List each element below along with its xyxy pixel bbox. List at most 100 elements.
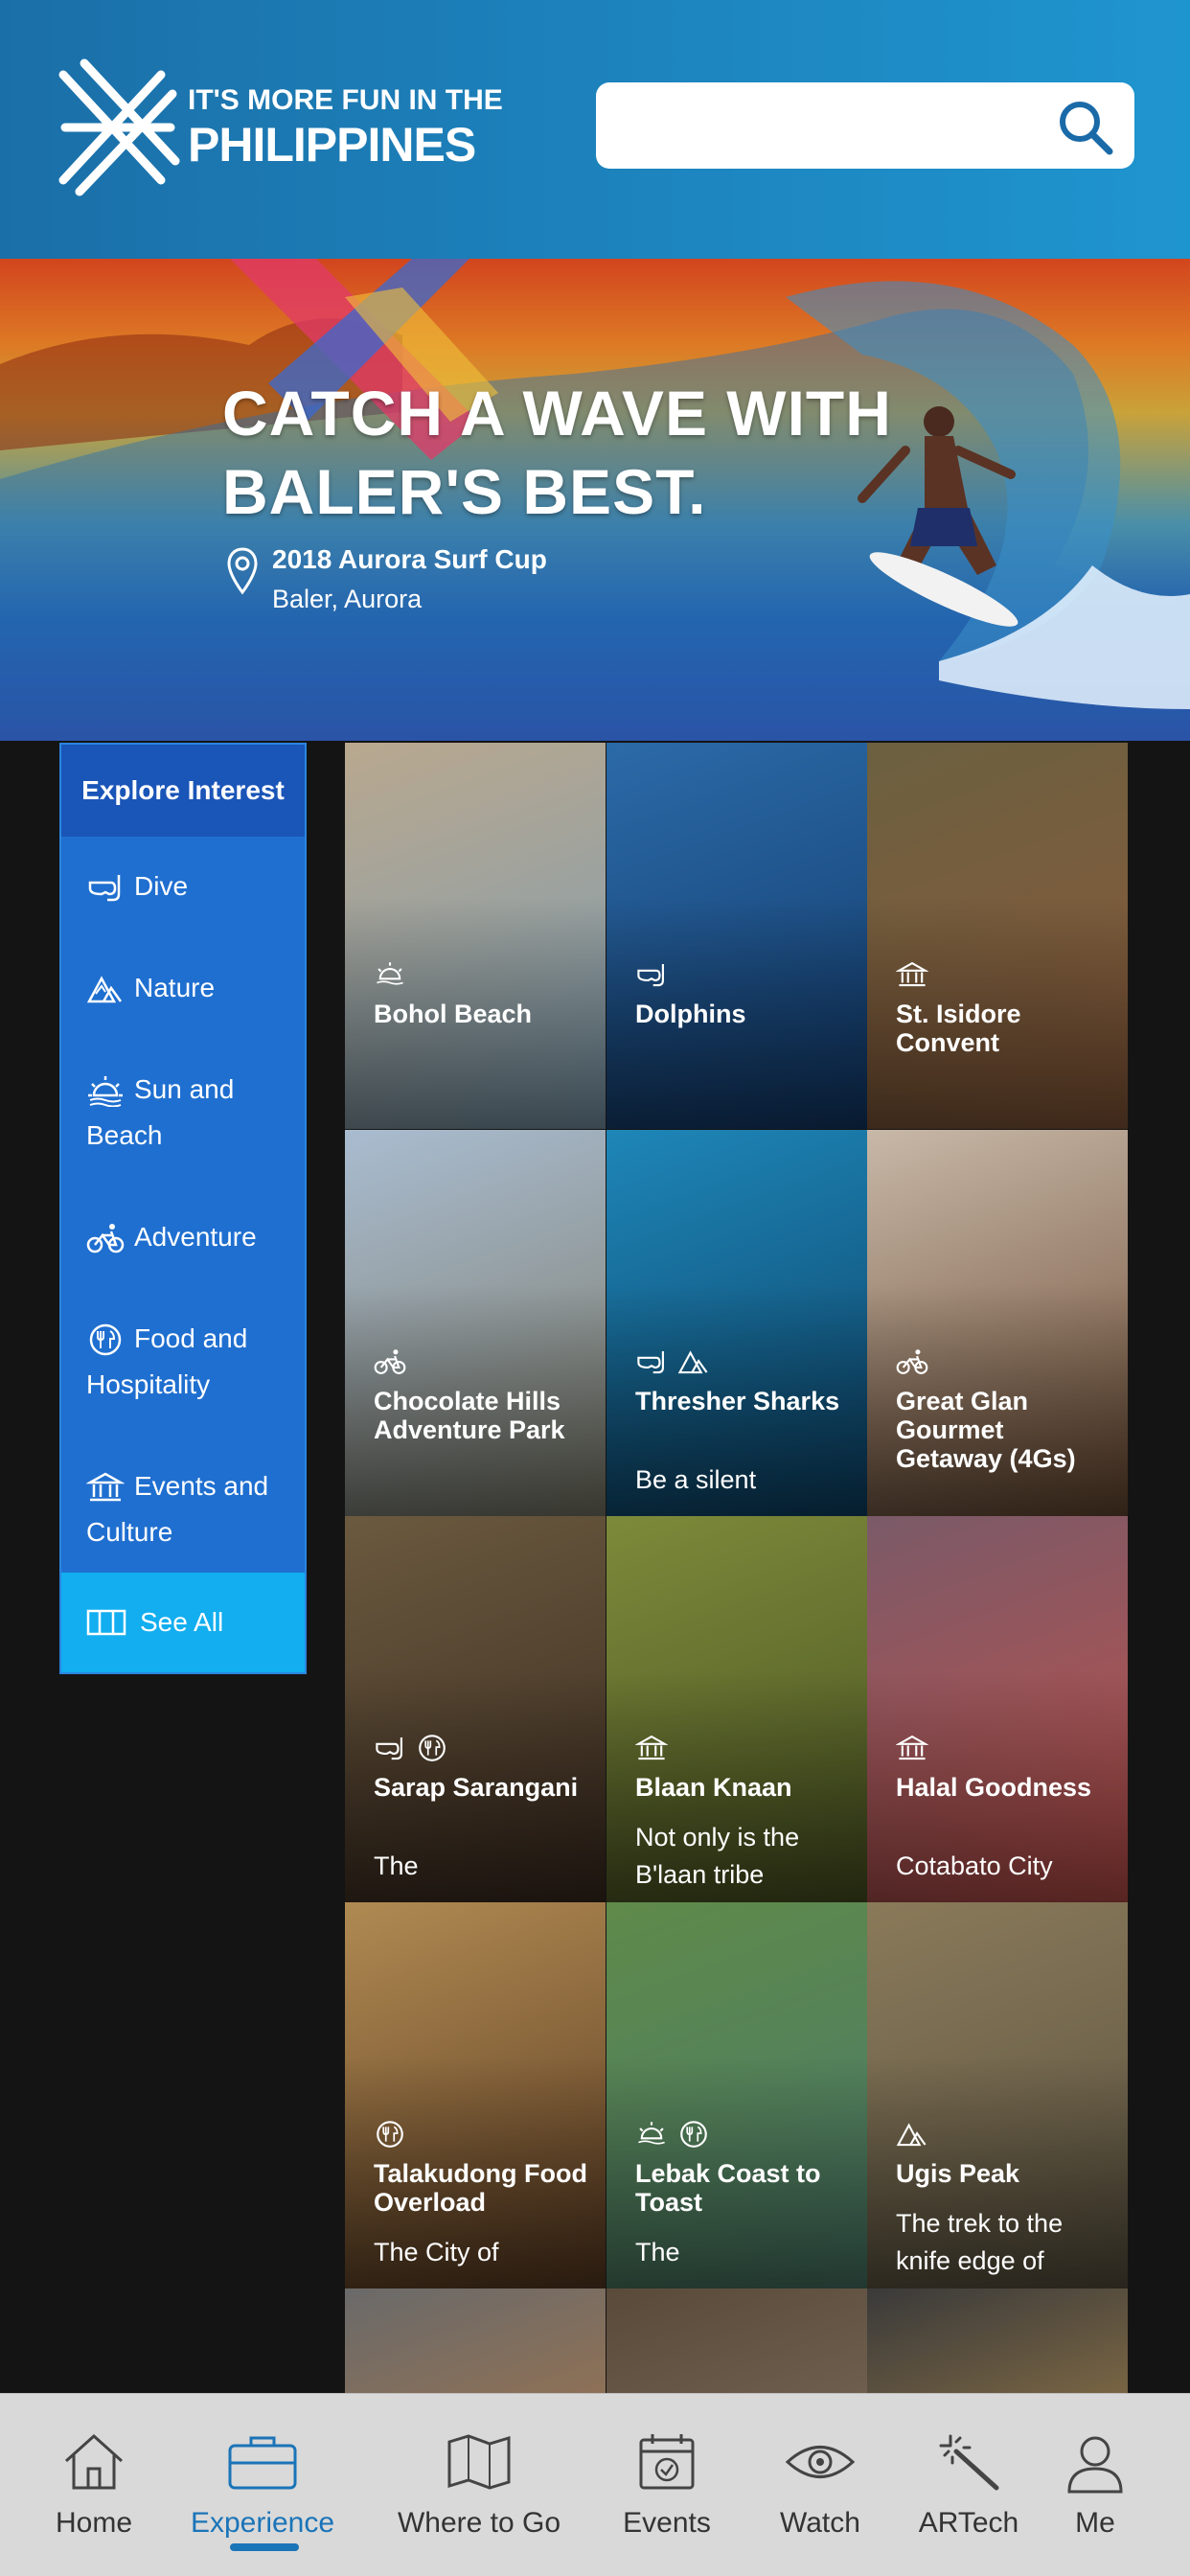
sidebar-item-sun-and-beach[interactable]: Sun and Beach bbox=[61, 1067, 305, 1159]
experience-tile[interactable]: Thresher Sharks Be a silent bbox=[606, 1130, 867, 1516]
sidebar-item-adventure[interactable]: Adventure bbox=[61, 1214, 305, 1260]
weave-logo-icon bbox=[58, 58, 180, 196]
bicycle-icon bbox=[374, 1349, 406, 1374]
tile-description: Cotabato City bbox=[896, 1852, 1053, 1880]
see-all-button[interactable]: See All bbox=[61, 1573, 305, 1672]
brand-logo[interactable]: IT'S MORE FUN IN THE PHILIPPINES bbox=[56, 56, 506, 199]
tab-label: Events bbox=[623, 2507, 711, 2539]
active-tab-indicator bbox=[230, 2543, 299, 2551]
briefcase-icon bbox=[228, 2436, 297, 2490]
experience-tile[interactable]: Ugis Peak The trek to the knife edge of bbox=[867, 1902, 1128, 2288]
tab-label: Experience bbox=[190, 2507, 335, 2539]
tile-title: Dolphins bbox=[635, 1000, 746, 1028]
tile-category-icons bbox=[374, 2119, 406, 2150]
museum-icon bbox=[896, 961, 928, 987]
tile-title: Lebak Coast to Toast bbox=[635, 2159, 821, 2217]
location-pin-icon bbox=[227, 547, 258, 595]
sidebar-item-food-and-hospitality[interactable]: Food and Hospitality bbox=[61, 1316, 305, 1408]
mountain-icon bbox=[677, 1350, 708, 1374]
tile-photo bbox=[606, 2288, 867, 2393]
see-all-label: See All bbox=[140, 1607, 224, 1637]
experience-tile[interactable] bbox=[867, 2288, 1128, 2393]
hero-event-name: 2018 Aurora Surf Cup bbox=[272, 544, 547, 574]
hero-banner[interactable]: CATCH A WAVE WITH BALER'S BEST. 2018 Aur… bbox=[0, 259, 1190, 741]
tab-home[interactable]: Home bbox=[38, 2394, 149, 2576]
bicycle-icon bbox=[896, 1349, 928, 1374]
tab-events[interactable]: Events bbox=[609, 2394, 724, 2576]
experience-tile[interactable] bbox=[606, 2288, 867, 2393]
food-icon bbox=[419, 1735, 446, 1761]
eye-icon bbox=[785, 2446, 856, 2478]
tile-title: Thresher Sharks bbox=[635, 1387, 840, 1415]
tile-description: Not only is the B'laan tribe bbox=[635, 1823, 800, 1889]
explore-interest-panel: Explore Interest Dive Nature Sun and Bea… bbox=[59, 743, 307, 1674]
museum-icon bbox=[896, 1735, 928, 1760]
experience-tile[interactable]: St. Isidore Convent bbox=[867, 743, 1128, 1129]
tab-where-to-go[interactable]: Where to Go bbox=[383, 2394, 575, 2576]
logo-tagline: IT'S MORE FUN IN THE bbox=[188, 84, 503, 116]
tab-label: Home bbox=[55, 2507, 133, 2539]
experience-tile[interactable]: Talakudong Food Overload The City of bbox=[345, 1902, 606, 2288]
hero-title-line-2: BALER'S BEST. bbox=[222, 456, 707, 527]
search-input[interactable] bbox=[615, 96, 1037, 153]
mountain-icon bbox=[86, 976, 123, 1003]
tab-label: Watch bbox=[780, 2507, 860, 2539]
tab-label: Me bbox=[1075, 2507, 1115, 2539]
food-icon bbox=[89, 1323, 122, 1356]
search-box[interactable] bbox=[596, 82, 1134, 169]
tile-photo bbox=[345, 2288, 606, 2393]
food-icon bbox=[680, 2121, 707, 2148]
sun-icon bbox=[638, 2122, 665, 2145]
experience-tile[interactable]: Dolphins bbox=[606, 743, 867, 1129]
tile-photo bbox=[867, 2288, 1128, 2393]
tile-title: Chocolate Hills Adventure Park bbox=[374, 1387, 565, 1444]
hero-title: CATCH A WAVE WITH BALER'S BEST. bbox=[222, 374, 892, 531]
tile-description: Be a silent bbox=[635, 1465, 757, 1494]
map-icon bbox=[447, 2434, 511, 2490]
dive-mask-icon bbox=[637, 963, 664, 987]
sidebar-item-events-and-culture[interactable]: Events and Culture bbox=[61, 1463, 305, 1555]
dive-mask-icon bbox=[376, 1736, 402, 1760]
dive-mask-icon bbox=[637, 1350, 664, 1374]
tile-description: The bbox=[635, 2238, 680, 2266]
app-screen: IT'S MORE FUN IN THE PHILIPPINES CATCH A… bbox=[0, 0, 1190, 2576]
bottom-navigation: Home Experience Where to Go Events Watch… bbox=[0, 2393, 1190, 2576]
home-icon bbox=[64, 2433, 124, 2490]
tile-category-icons bbox=[374, 1346, 406, 1377]
tile-title: Talakudong Food Overload bbox=[374, 2159, 587, 2217]
sidebar-item-nature[interactable]: Nature bbox=[61, 965, 305, 1011]
experience-tile[interactable]: Great Glan Gourmet Getaway (4Gs) bbox=[867, 1130, 1128, 1516]
experience-tile[interactable]: Lebak Coast to Toast The bbox=[606, 1902, 867, 2288]
tile-description: The trek to the knife edge of bbox=[896, 2209, 1064, 2275]
experience-tile[interactable]: Halal Goodness Cotabato City bbox=[867, 1516, 1128, 1902]
tile-category-icons bbox=[374, 1733, 448, 1763]
grid-map-icon bbox=[86, 1609, 126, 1636]
experience-tile[interactable] bbox=[345, 2288, 606, 2393]
tile-title: Blaan Knaan bbox=[635, 1773, 792, 1802]
tile-category-icons bbox=[635, 959, 668, 990]
tab-me[interactable]: Me bbox=[1052, 2394, 1138, 2576]
tile-title: Ugis Peak bbox=[896, 2159, 1020, 2188]
tab-watch[interactable]: Watch bbox=[763, 2394, 878, 2576]
hero-title-line-1: CATCH A WAVE WITH bbox=[222, 378, 892, 448]
museum-icon bbox=[86, 1472, 125, 1502]
bicycle-icon bbox=[86, 1224, 125, 1254]
tile-title: Great Glan Gourmet Getaway (4Gs) bbox=[896, 1387, 1076, 1473]
experience-tile[interactable]: Chocolate Hills Adventure Park bbox=[345, 1130, 606, 1516]
tile-category-icons bbox=[896, 2119, 928, 2150]
calendar-icon bbox=[639, 2434, 695, 2490]
experience-tile[interactable]: Blaan Knaan Not only is the B'laan tribe bbox=[606, 1516, 867, 1902]
experience-tile[interactable]: Bohol Beach bbox=[345, 743, 606, 1129]
mountain-icon bbox=[896, 2123, 927, 2147]
experience-tile[interactable]: Sarap Sarangani The bbox=[345, 1516, 606, 1902]
tile-description: The bbox=[374, 1852, 419, 1880]
tile-category-icons bbox=[635, 2119, 710, 2150]
tab-label: Where to Go bbox=[397, 2507, 561, 2539]
search-icon[interactable] bbox=[1054, 96, 1115, 157]
tile-title: St. Isidore Convent bbox=[896, 1000, 1021, 1057]
tile-category-icons bbox=[896, 1346, 928, 1377]
sun-icon bbox=[377, 962, 403, 985]
sidebar-item-dive[interactable]: Dive bbox=[61, 863, 305, 909]
tile-title: Bohol Beach bbox=[374, 1000, 533, 1028]
tab-artech[interactable]: ARTech bbox=[906, 2394, 1031, 2576]
